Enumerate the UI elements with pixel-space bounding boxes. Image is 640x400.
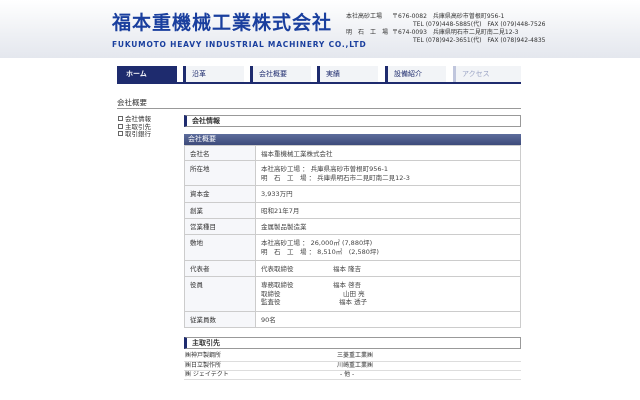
row-label: 役員	[184, 276, 256, 312]
officer-name: 福本 啓吾	[333, 281, 362, 289]
row-value: 福本重機械工業株式会社	[255, 145, 521, 161]
tab-history[interactable]: 沿革	[183, 66, 244, 82]
row-value: 昭和21年7月	[255, 202, 521, 219]
table-row: 会社名 福本重機械工業株式会社	[184, 145, 521, 161]
row-value: 代表取締役 福本 隆吉	[255, 260, 521, 277]
table-row: 代表者 代表取締役 福本 隆吉	[184, 260, 521, 277]
site-akashi: 明 石 工 場 ： 8,510㎡ (2,580坪)	[261, 247, 379, 256]
tab-access[interactable]: アクセス	[453, 66, 521, 82]
customer-right: - 他 -	[336, 370, 521, 380]
header-contact-info: 本社高砂工場 〒676-0082 兵庫県高砂市曽根町956-1 TEL (079)…	[346, 13, 545, 45]
row-value: 90名	[255, 311, 521, 328]
company-logo-jp[interactable]: 福本重機械工業株式会社	[112, 8, 332, 35]
table-row: 資本金 3,933万円	[184, 185, 521, 203]
site-takasago: 本社高砂工場 ： 26,000㎡ (7,880坪)	[261, 239, 373, 247]
address-takasago: 本社高砂工場 ： 兵庫県高砂市曽根町956-1	[261, 165, 389, 173]
akashi-tel: TEL (078)942-3651(代) FAX (078)942-4835	[413, 37, 546, 44]
officer-title: 専務取締役	[261, 281, 294, 289]
row-label: 会社名	[184, 145, 256, 161]
tab-company-overview[interactable]: 会社概要	[250, 66, 311, 82]
table-heading: 会社概要	[184, 134, 521, 145]
sidebar-item-label: 取引銀行	[125, 130, 151, 138]
tab-equipment[interactable]: 設備紹介	[385, 66, 446, 82]
officer-title: 取締役	[261, 289, 281, 298]
customer-right: 三菱重工業㈱	[336, 352, 521, 362]
bullet-box-icon	[118, 123, 123, 129]
row-value: 本社高砂工場 ： 26,000㎡ (7,880坪) 明 石 工 場 ： 8,51…	[255, 234, 521, 261]
site-header: 福本重機械工業株式会社 FUKUMOTO HEAVY INDUSTRIAL MA…	[0, 0, 640, 58]
akashi-address: 〒674-0093 兵庫県明石市二見町南二見12-3	[392, 29, 519, 36]
row-label: 代表者	[184, 260, 256, 277]
row-label: 従業員数	[184, 311, 256, 328]
officer-name: 山田 亮	[343, 289, 365, 298]
customer-left: ㈱神戸製鋼所	[184, 352, 336, 362]
row-label: 敷地	[184, 234, 256, 261]
row-label: 資本金	[184, 185, 256, 203]
table-row: ㈱神戸製鋼所 三菱重工業㈱	[184, 352, 521, 362]
table-row: 所在地 本社高砂工場 ： 兵庫県高砂市曽根町956-1 明 石 工 場 ： 兵庫…	[184, 160, 521, 186]
bullet-box-icon	[118, 116, 123, 121]
section-heading-company-info: 会社情報	[184, 115, 521, 127]
bullet-box-icon	[118, 131, 123, 136]
takasago-tel: TEL (079)448-5885(代) FAX (079)448-7526	[413, 21, 546, 28]
table-row: 創業 昭和21年7月	[184, 202, 521, 219]
row-value: 3,933万円	[255, 185, 521, 203]
address-akashi: 明 石 工 場 ： 兵庫県明石市二見町南二見12-3	[261, 173, 410, 182]
company-logo-en: FUKUMOTO HEAVY INDUSTRIAL MACHINERY CO.,…	[112, 40, 367, 49]
representative-name: 福本 隆吉	[333, 265, 362, 273]
main-nav: ホーム 沿革 会社概要 実績 設備紹介 アクセス	[117, 66, 521, 84]
customers-table: ㈱神戸製鋼所 三菱重工業㈱ ㈱日立製作所 川崎重工業㈱ ㈱ ジェイテクト - 他…	[184, 352, 521, 380]
officer-title: 監査役	[261, 298, 281, 306]
akashi-label: 明 石 工 場	[346, 29, 389, 36]
row-label: 営業種目	[184, 218, 256, 235]
row-value: 金属製品製造業	[255, 218, 521, 235]
row-label: 創業	[184, 202, 256, 219]
table-row: 営業種目 金属製品製造業	[184, 218, 521, 235]
takasago-label: 本社高砂工場	[346, 13, 383, 20]
sidebar-item-banks[interactable]: 取引銀行	[118, 130, 151, 139]
company-info-table: 会社名 福本重機械工業株式会社 所在地 本社高砂工場 ： 兵庫県高砂市曽根町95…	[184, 145, 521, 328]
officer-name: 福本 透子	[339, 298, 368, 306]
representative-title: 代表取締役	[261, 265, 294, 273]
customer-left: ㈱ ジェイテクト	[184, 370, 336, 380]
row-label: 所在地	[184, 160, 256, 186]
table-row: ㈱ ジェイテクト - 他 -	[184, 370, 521, 380]
sidebar: 会社情報 主取引先 取引銀行	[118, 115, 151, 139]
customer-left: ㈱日立製作所	[184, 361, 336, 371]
title-divider	[117, 108, 521, 109]
row-value: 専務取締役 福本 啓吾 取締役 山田 亮 監査役 福本 透子	[255, 276, 521, 312]
table-row: 従業員数 90名	[184, 311, 521, 328]
table-row: 敷地 本社高砂工場 ： 26,000㎡ (7,880坪) 明 石 工 場 ： 8…	[184, 234, 521, 261]
table-row: 役員 専務取締役 福本 啓吾 取締役 山田 亮 監査役 福本 透子	[184, 276, 521, 312]
page-title: 会社概要	[117, 98, 147, 107]
customer-right: 川崎重工業㈱	[336, 361, 521, 371]
tab-results[interactable]: 実績	[317, 66, 378, 82]
tab-home[interactable]: ホーム	[117, 66, 177, 82]
row-value: 本社高砂工場 ： 兵庫県高砂市曽根町956-1 明 石 工 場 ： 兵庫県明石市…	[255, 160, 521, 186]
takasago-address: 〒676-0082 兵庫県高砂市曽根町956-1	[392, 13, 505, 20]
section-heading-customers: 主取引先	[184, 337, 521, 349]
table-row: ㈱日立製作所 川崎重工業㈱	[184, 361, 521, 371]
